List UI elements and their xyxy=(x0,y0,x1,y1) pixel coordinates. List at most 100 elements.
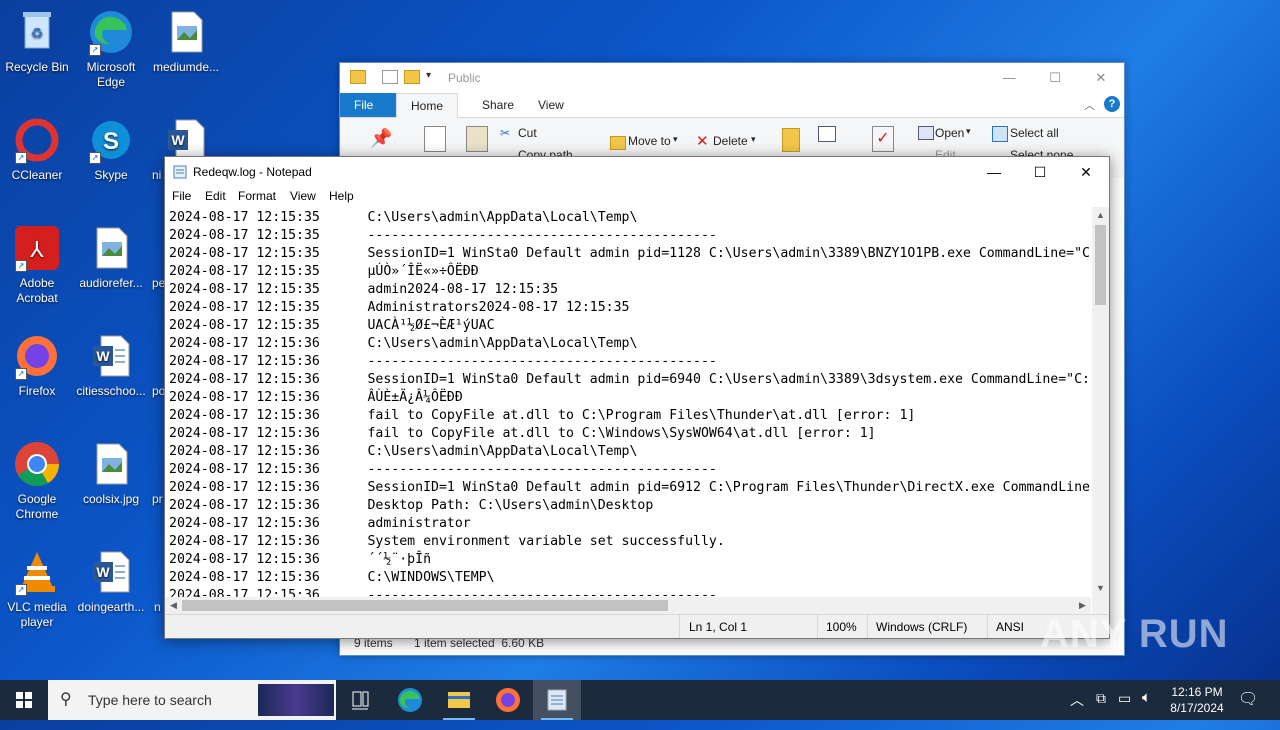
notepad-titlebar: Redeqw.log - Notepad — ☐ ✕ xyxy=(165,157,1109,187)
display-icon[interactable]: ▭ xyxy=(1118,690,1131,730)
close-button[interactable]: ✕ xyxy=(1078,63,1124,93)
pin-icon[interactable]: 📌 xyxy=(370,128,392,149)
desktop-icon-label: Microsoft Edge xyxy=(86,60,136,89)
open-button[interactable]: Open xyxy=(935,126,964,140)
scroll-left-icon[interactable]: ◀ xyxy=(165,597,182,614)
desktop-icon-label: audiorefer... xyxy=(79,276,143,290)
status-separator xyxy=(817,615,818,638)
start-button[interactable] xyxy=(0,680,48,720)
notifications-icon[interactable]: 🗨︎ xyxy=(1238,689,1258,729)
maximize-button[interactable]: ☐ xyxy=(1017,157,1063,187)
open-icon[interactable] xyxy=(918,126,934,140)
new-folder-icon[interactable] xyxy=(782,128,800,152)
taskbar-edge[interactable] xyxy=(386,680,434,720)
desktop-icon-label: Recycle Bin xyxy=(5,60,69,74)
move-to-icon[interactable] xyxy=(610,136,626,150)
new-item-icon[interactable] xyxy=(818,126,836,142)
status-separator xyxy=(679,615,680,638)
menu-format[interactable]: Format xyxy=(238,189,276,203)
explorer-ribbon-tabs: File Home Share View ︿ ? xyxy=(340,93,1124,118)
svg-text:S: S xyxy=(103,128,119,155)
select-all-icon[interactable] xyxy=(992,126,1008,142)
desktop-icon-mediumde[interactable]: mediumde... xyxy=(150,8,222,75)
desktop-icon-ccleaner[interactable]: ↗ CCleaner xyxy=(1,116,73,183)
system-clock[interactable]: 12:16 PM 8/17/2024 xyxy=(1162,684,1232,716)
svg-text:W: W xyxy=(96,564,110,580)
desktop-icon-adobe-acrobat[interactable]: ⅄ ↗ Adobe Acrobat xyxy=(1,224,73,306)
paste-icon[interactable] xyxy=(466,126,488,152)
svg-text:W: W xyxy=(96,348,110,364)
tab-home[interactable]: Home xyxy=(396,93,459,118)
select-all-button[interactable]: Select all xyxy=(1010,126,1059,140)
notepad-text-area[interactable]: 2024-08-17 12:15:35 C:\Users\admin\AppDa… xyxy=(165,207,1091,597)
taskbar-search-box[interactable]: ⚲ Type here to search xyxy=(48,680,336,720)
help-icon[interactable]: ? xyxy=(1104,96,1120,112)
word-doc-icon: W xyxy=(87,548,135,596)
clock-date: 8/17/2024 xyxy=(1170,701,1224,715)
horizontal-scrollbar[interactable]: ◀ ▶ xyxy=(165,597,1091,614)
vlc-icon: ↗ xyxy=(13,548,61,596)
menu-edit[interactable]: Edit xyxy=(205,189,226,203)
horizontal-scroll-thumb[interactable] xyxy=(182,600,668,611)
properties-icon[interactable] xyxy=(382,70,398,84)
desktop-icon-firefox[interactable]: ↗ Firefox xyxy=(1,332,73,399)
image-file-icon xyxy=(87,440,135,488)
show-hidden-icons-icon[interactable]: ︿ xyxy=(1070,690,1084,730)
move-to-button[interactable]: Move to xyxy=(628,134,671,148)
minimize-button[interactable]: — xyxy=(986,63,1032,93)
desktop-icon-skype[interactable]: S ↗ Skype xyxy=(75,116,147,183)
taskbar-notepad[interactable] xyxy=(533,680,581,720)
desktop-icon-label: citiesschoo... xyxy=(76,384,146,398)
acrobat-icon: ⅄ ↗ xyxy=(13,224,61,272)
maximize-button[interactable]: ☐ xyxy=(1032,63,1078,93)
tab-share[interactable]: Share xyxy=(468,93,528,117)
cursor-position: Ln 1, Col 1 xyxy=(689,620,748,634)
desktop-icon-audiorefer[interactable]: audiorefer... xyxy=(75,224,147,291)
menu-file[interactable]: File xyxy=(172,189,191,203)
notepad-statusbar: Ln 1, Col 1 100% Windows (CRLF) ANSI xyxy=(165,614,1109,638)
taskbar-firefox[interactable] xyxy=(484,680,532,720)
tab-file[interactable]: File xyxy=(340,93,396,117)
properties-check-icon[interactable]: ✓ xyxy=(872,126,894,152)
desktop-icon-recycle-bin[interactable]: ♻ Recycle Bin xyxy=(1,8,73,75)
cut-button[interactable]: Cut xyxy=(518,126,537,140)
cut-icon[interactable]: ✂ xyxy=(500,126,510,140)
desktop-icon-microsoft-edge[interactable]: ↗ Microsoft Edge xyxy=(75,8,147,90)
scroll-down-icon[interactable]: ▼ xyxy=(1092,580,1109,597)
desktop-icon-coolsix[interactable]: coolsix.jpg xyxy=(75,440,147,507)
task-view-icon xyxy=(352,691,369,710)
explorer-title: Public xyxy=(448,71,481,85)
minimize-button[interactable]: — xyxy=(971,157,1017,187)
collapse-ribbon-icon[interactable]: ︿ xyxy=(1084,97,1095,113)
vertical-scrollbar[interactable]: ▲ ▼ xyxy=(1092,207,1109,597)
search-placeholder: Type here to search xyxy=(88,692,212,708)
taskbar-file-explorer[interactable] xyxy=(435,680,483,720)
speaker-icon[interactable]: 🔈︎ xyxy=(1142,689,1151,729)
desktop-icon-vlc[interactable]: ↗ VLC media player xyxy=(1,548,73,630)
tab-view[interactable]: View xyxy=(524,93,578,117)
desktop-icon-citiesschoo[interactable]: W citiesschoo... xyxy=(75,332,147,399)
qat-dropdown-icon[interactable]: ▾ xyxy=(426,70,431,81)
delete-button[interactable]: Delete xyxy=(713,134,748,148)
network-icon[interactable]: ⧉ xyxy=(1096,690,1106,730)
new-folder-icon[interactable] xyxy=(404,70,420,84)
explorer-titlebar: ▾ Public — ☐ ✕ xyxy=(340,63,1124,93)
notepad-menubar: File Edit Format View Help xyxy=(165,187,1109,207)
desktop-icon-google-chrome[interactable]: Google Chrome xyxy=(1,440,73,522)
menu-help[interactable]: Help xyxy=(329,189,354,203)
scroll-up-icon[interactable]: ▲ xyxy=(1092,207,1109,224)
edge-icon: ↗ xyxy=(87,8,135,56)
desktop-icon-label: Google Chrome xyxy=(15,492,59,521)
desktop-icon-label: Skype xyxy=(94,168,128,182)
desktop-icon-doingearth[interactable]: W doingearth... xyxy=(75,548,147,615)
task-view-button[interactable] xyxy=(336,680,384,720)
log-text: 2024-08-17 12:15:35 C:\Users\admin\AppDa… xyxy=(169,210,1090,597)
menu-view[interactable]: View xyxy=(290,189,316,203)
delete-icon[interactable]: ✕ xyxy=(696,132,709,150)
folder-icon xyxy=(350,70,366,84)
close-button[interactable]: ✕ xyxy=(1063,157,1109,187)
chrome-icon xyxy=(13,440,61,488)
svg-text:♻: ♻ xyxy=(31,25,44,41)
copy-icon[interactable] xyxy=(424,126,446,152)
vertical-scroll-thumb[interactable] xyxy=(1095,225,1106,305)
